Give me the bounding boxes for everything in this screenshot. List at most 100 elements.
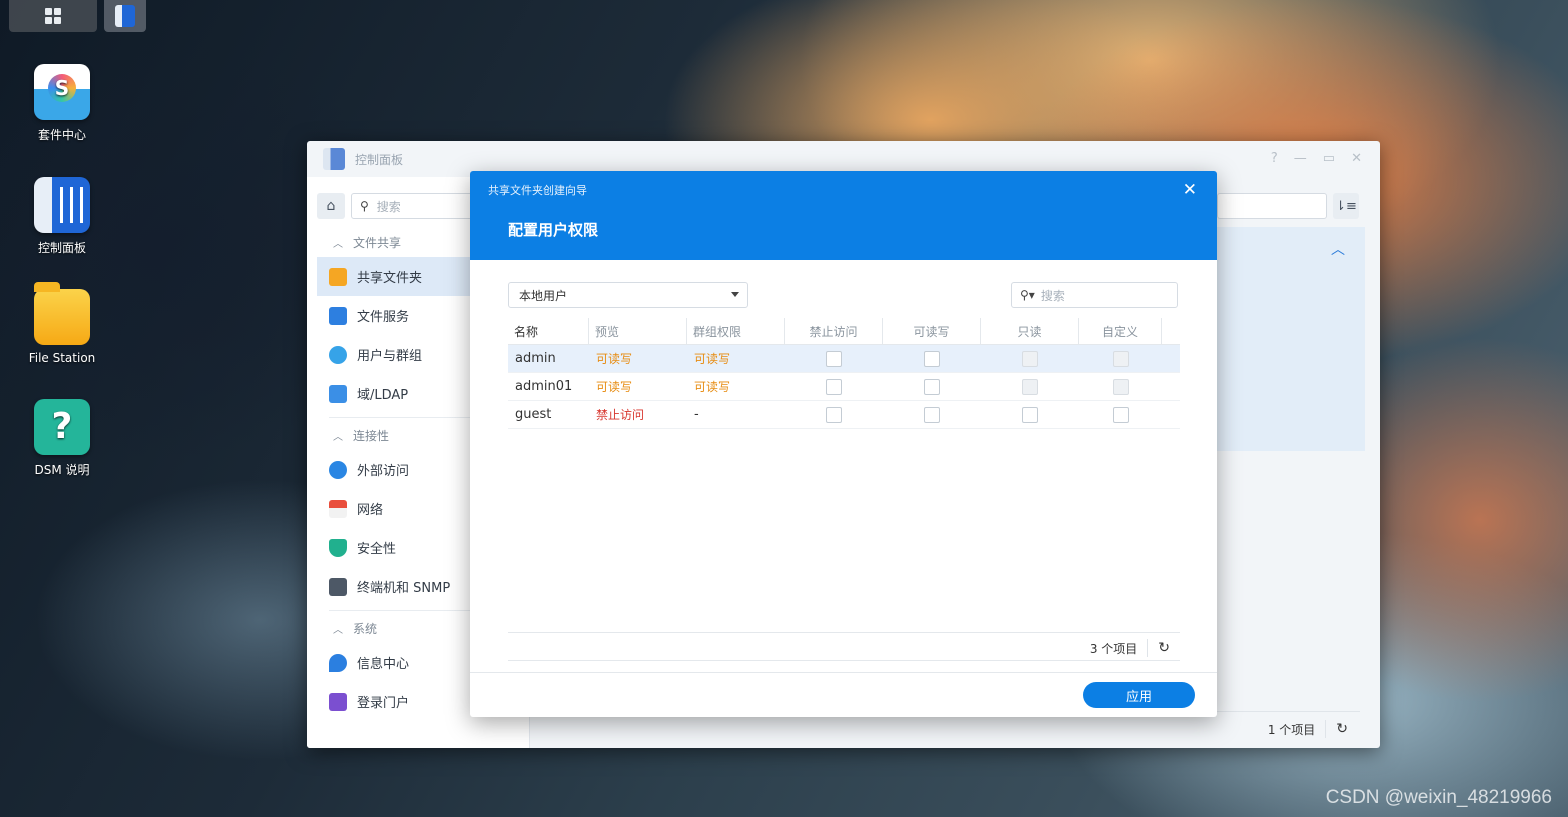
chevron-up-icon: ︿ bbox=[333, 238, 343, 250]
sidebar-item-label: 共享文件夹 bbox=[357, 271, 423, 286]
shared-folder-icon bbox=[329, 267, 347, 286]
col-read-write[interactable]: 可读写 bbox=[883, 318, 981, 344]
user-name: admin01 bbox=[515, 379, 573, 394]
control-panel-icon bbox=[323, 148, 345, 170]
custom-checkbox[interactable] bbox=[1112, 406, 1129, 423]
close-icon[interactable]: ✕ bbox=[1183, 180, 1197, 200]
file-services-icon bbox=[329, 306, 347, 325]
sort-icon: ⇂≡ bbox=[1335, 198, 1357, 214]
user-search-input[interactable]: ⚲▾ 搜索 bbox=[1011, 282, 1178, 308]
taskbar-control-panel-button[interactable] bbox=[104, 0, 146, 32]
preview-permission: 禁止访问 bbox=[596, 408, 645, 422]
refresh-icon[interactable]: ↻ bbox=[1336, 721, 1348, 737]
apply-button[interactable]: 应用 bbox=[1083, 682, 1195, 708]
minimize-icon[interactable]: — bbox=[1294, 151, 1307, 166]
help-icon: ? bbox=[34, 399, 90, 455]
search-icon: ⚲▾ bbox=[1020, 288, 1035, 302]
user-name: guest bbox=[515, 407, 552, 422]
control-panel-icon bbox=[115, 5, 135, 27]
desktop-control-panel[interactable]: 控制面板 bbox=[22, 177, 102, 256]
read-write-checkbox[interactable] bbox=[924, 406, 940, 423]
user-type-value: 本地用户 bbox=[519, 288, 568, 303]
desktop-package-center[interactable]: S 套件中心 bbox=[22, 64, 102, 143]
search-icon: ⚲ bbox=[360, 199, 369, 213]
read-only-checkbox[interactable] bbox=[1022, 406, 1038, 423]
col-preview[interactable]: 预览 bbox=[589, 318, 687, 344]
watermark: CSDN @weixin_48219966 bbox=[1325, 787, 1552, 808]
grid-icon bbox=[45, 8, 61, 24]
desktop-file-station[interactable]: File Station bbox=[22, 282, 102, 365]
desktop-icon-label: 套件中心 bbox=[37, 128, 86, 142]
home-button[interactable]: ⌂ bbox=[317, 193, 345, 219]
table-footer: 3 个项目 ↻ bbox=[508, 632, 1180, 661]
sidebar-item-label: 外部访问 bbox=[357, 464, 410, 479]
network-home-icon bbox=[329, 499, 347, 518]
package-center-icon: S bbox=[34, 64, 90, 120]
table-row[interactable]: guest 禁止访问 - bbox=[508, 401, 1180, 429]
control-panel-icon bbox=[34, 177, 90, 233]
sidebar-item-label: 终端机和 SNMP bbox=[357, 581, 451, 596]
search-placeholder: 搜索 bbox=[1040, 288, 1065, 303]
search-placeholder: 搜索 bbox=[376, 199, 401, 214]
col-name[interactable]: 名称 bbox=[508, 318, 589, 344]
show-desktop-button[interactable] bbox=[9, 0, 97, 32]
shield-icon bbox=[329, 538, 347, 557]
group-permission: 可读写 bbox=[694, 352, 731, 366]
item-count: 3 个项目 bbox=[1089, 641, 1138, 656]
no-access-checkbox[interactable] bbox=[826, 406, 842, 423]
section-label: 系统 bbox=[353, 621, 378, 636]
shared-folder-panel: ︿ bbox=[1215, 227, 1365, 451]
desktop-icon-label: DSM 说明 bbox=[34, 463, 90, 477]
wizard-header: 共享文件夹创建向导 配置用户权限 ✕ bbox=[470, 171, 1217, 260]
desktop-dsm-help[interactable]: ? DSM 说明 bbox=[22, 399, 102, 478]
section-label: 连接性 bbox=[353, 428, 390, 443]
wizard-title: 共享文件夹创建向导 bbox=[488, 184, 587, 197]
user-type-select[interactable]: 本地用户 bbox=[508, 282, 748, 308]
window-controls: ? — ▭ ✕ bbox=[1271, 151, 1362, 166]
table-header: 名称 预览 群组权限 禁止访问 可读写 只读 自定义 bbox=[508, 318, 1180, 345]
sidebar-item-label: 登录门户 bbox=[357, 696, 410, 711]
close-icon[interactable]: ✕ bbox=[1351, 151, 1362, 166]
item-count: 1 个项目 bbox=[1267, 722, 1316, 737]
sidebar-item-label: 文件服务 bbox=[357, 310, 410, 325]
chevron-up-icon: ︿ bbox=[333, 431, 343, 443]
folder-icon bbox=[34, 282, 90, 345]
sidebar-item-label: 信息中心 bbox=[357, 657, 410, 672]
col-custom[interactable]: 自定义 bbox=[1079, 318, 1162, 344]
maximize-icon[interactable]: ▭ bbox=[1323, 151, 1335, 166]
info-icon bbox=[329, 653, 347, 672]
refresh-icon[interactable]: ↻ bbox=[1158, 640, 1170, 656]
sidebar-item-label: 用户与群组 bbox=[357, 349, 423, 364]
caret-down-icon bbox=[731, 292, 739, 297]
read-only-checkbox[interactable] bbox=[1022, 350, 1038, 367]
permissions-table: 名称 预览 群组权限 禁止访问 可读写 只读 自定义 admin 可读写 可读写… bbox=[508, 318, 1180, 429]
custom-checkbox[interactable] bbox=[1112, 350, 1129, 367]
sidebar-item-label: 网络 bbox=[357, 503, 384, 518]
desktop-icon-label: File Station bbox=[28, 351, 96, 365]
read-write-checkbox[interactable] bbox=[924, 350, 940, 367]
no-access-checkbox[interactable] bbox=[826, 378, 842, 395]
external-access-icon bbox=[329, 460, 347, 479]
col-group-permission[interactable]: 群组权限 bbox=[687, 318, 785, 344]
preview-permission: 可读写 bbox=[596, 380, 633, 394]
custom-checkbox[interactable] bbox=[1112, 378, 1129, 395]
table-row[interactable]: admin 可读写 可读写 bbox=[508, 345, 1180, 373]
read-only-checkbox[interactable] bbox=[1022, 378, 1038, 395]
preview-permission: 可读写 bbox=[596, 352, 633, 366]
no-access-checkbox[interactable] bbox=[826, 350, 842, 367]
chevron-up-icon[interactable]: ︿ bbox=[1331, 239, 1345, 259]
sidebar-item-label: 域/LDAP bbox=[357, 388, 409, 403]
read-write-checkbox[interactable] bbox=[924, 378, 940, 395]
shared-folder-wizard: 共享文件夹创建向导 配置用户权限 ✕ 本地用户 ⚲▾ 搜索 名称 预览 群组权限… bbox=[470, 171, 1217, 717]
chevron-up-icon: ︿ bbox=[333, 624, 343, 636]
table-row[interactable]: admin01 可读写 可读写 bbox=[508, 373, 1180, 401]
col-no-access[interactable]: 禁止访问 bbox=[785, 318, 883, 344]
divider bbox=[1325, 720, 1327, 738]
col-read-only[interactable]: 只读 bbox=[981, 318, 1079, 344]
sort-button[interactable]: ⇂≡ bbox=[1333, 193, 1359, 219]
help-icon[interactable]: ? bbox=[1271, 151, 1278, 166]
window-title: 控制面板 bbox=[355, 152, 404, 167]
home-icon: ⌂ bbox=[326, 198, 336, 214]
main-search-input[interactable] bbox=[1217, 193, 1327, 219]
user-name: admin bbox=[515, 351, 556, 366]
